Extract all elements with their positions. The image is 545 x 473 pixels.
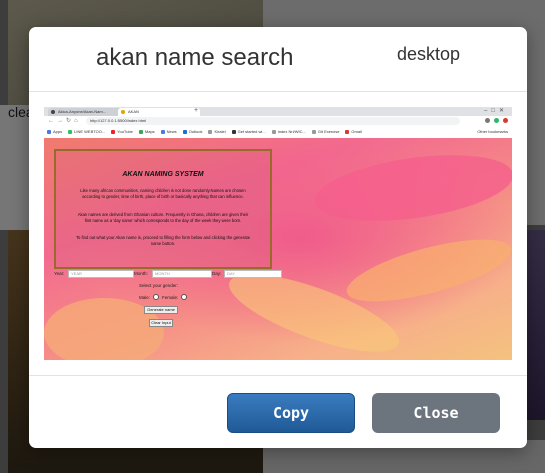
generate-name-button: Generate name (144, 306, 178, 314)
bookmark-item: Maps (138, 129, 155, 134)
intro-paragraph: To find out what your Akan name is, proc… (75, 235, 251, 246)
female-label: Female: (162, 294, 179, 300)
modal-footer: Copy Close (29, 375, 527, 449)
other-bookmarks: Other bookmarks (477, 129, 508, 134)
browser-tab-active: AKAN (118, 108, 200, 116)
modal-header: akan name search desktop (29, 27, 527, 92)
month-input: MONTH (152, 270, 212, 278)
page-heading: AKAN NAMING SYSTEM (122, 171, 204, 178)
bookmark-item: YouTube (111, 129, 133, 134)
gender-options: Male: Female: (139, 294, 188, 300)
bookmark-item: News (160, 129, 177, 134)
tab-label: AKAN (128, 109, 139, 114)
bookmark-item: Index Nri/WIC... (271, 129, 306, 134)
day-label: Day: (212, 271, 222, 276)
bookmark-item: LINE WEBTOO... (68, 129, 105, 134)
year-label: Year: (54, 271, 65, 276)
bookmark-item: Kiralel (208, 129, 226, 134)
extension-icons (485, 118, 508, 123)
month-label: Month: (134, 271, 148, 276)
new-tab-icon: + (194, 107, 199, 114)
male-label: Male: (139, 294, 151, 300)
info-box: AKAN NAMING SYSTEM Like many african com… (54, 149, 272, 269)
modal-title: akan name search (96, 44, 294, 71)
bookmark-item: Outlook (182, 129, 202, 134)
github-icon (51, 110, 55, 114)
browser-tab: Akica-Anyone/Akan-Nam... (48, 108, 126, 116)
day-input: DAY (224, 270, 282, 278)
bookmark-item: Gmail (345, 129, 362, 134)
female-radio (181, 294, 188, 300)
project-screenshot: Akica-Anyone/Akan-Nam... AKAN + –□✕ ←→↻⌂… (44, 107, 512, 360)
bookmark-item: Git Exercise (311, 129, 339, 134)
year-input: YEAR (68, 270, 134, 278)
bookmark-item: Apps (47, 129, 62, 134)
intro-paragraph: Like many african communities, naming ch… (80, 188, 246, 199)
intro-paragraph: Akan names are derived from Ghanian cult… (77, 212, 249, 223)
window-controls-icon: –□✕ (484, 108, 508, 114)
male-radio (153, 294, 160, 300)
close-button[interactable]: Close (372, 393, 500, 433)
project-preview-modal: akan name search desktop Akica-Anyone/Ak… (29, 27, 527, 448)
url-field: http://127.0.0.1:5500/index.html (86, 117, 460, 125)
browser-nav-icons: ←→↻⌂ (48, 118, 81, 124)
browser-tab-strip: Akica-Anyone/Akan-Nam... AKAN + –□✕ (44, 107, 512, 116)
page-favicon-icon (121, 110, 125, 114)
akan-web-page: AKAN NAMING SYSTEM Like many african com… (44, 138, 512, 360)
bookmark-item: Get started wi... (231, 129, 266, 134)
date-form-row: Year: YEAR Month: MONTH Day: DAY (54, 270, 284, 278)
copy-button[interactable]: Copy (227, 393, 355, 433)
tab-label: Akica-Anyone/Akan-Nam... (58, 109, 107, 114)
gender-prompt: Select your gender: (139, 283, 179, 288)
platform-tag: desktop (397, 44, 461, 64)
clear-input-button: Clear Input (149, 319, 173, 327)
